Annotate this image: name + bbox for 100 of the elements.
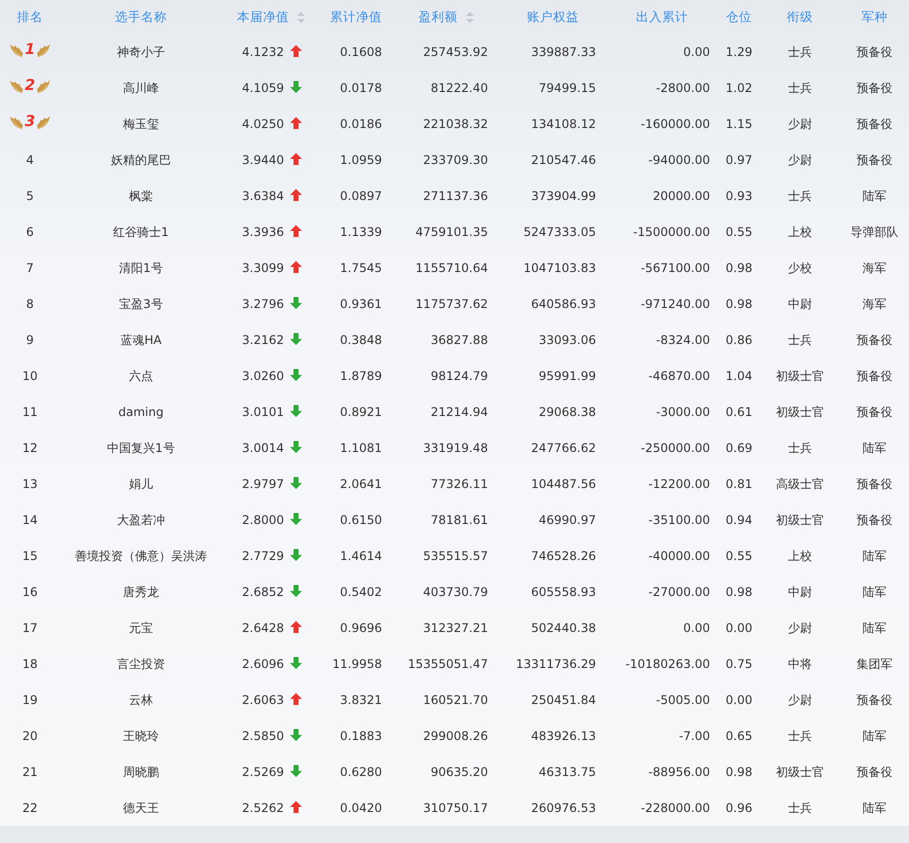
table-cell-text: 4.1232 <box>242 44 284 61</box>
table-cell-text: 36827.88 <box>430 332 488 349</box>
table-cell-text: 46990.97 <box>538 512 596 529</box>
table-cell-text: 陆军 <box>862 548 886 565</box>
table-cell-text: 士兵 <box>788 188 812 205</box>
player-name: 高川峰 <box>123 80 159 97</box>
table-cell-text: 0.55 <box>726 224 752 241</box>
table-cell-text: 0.97 <box>726 152 752 169</box>
table-cell-text: 250451.84 <box>531 692 596 709</box>
player-name: 宝盈3号 <box>119 296 163 313</box>
player-name: 唐秀龙 <box>123 584 159 601</box>
rank-number: 4 <box>26 152 34 169</box>
table-cell-text: 陆军 <box>862 584 886 601</box>
player-name: daming <box>118 404 164 421</box>
table-cell-text: 0.98 <box>726 584 752 601</box>
table-cell-text: 605558.93 <box>531 584 596 601</box>
table-cell-text: 2.5262 <box>242 800 284 817</box>
rank-number: 6 <box>26 224 34 241</box>
table-cell-text: 78181.61 <box>430 512 488 529</box>
table-cell-text: 0.9361 <box>340 296 382 313</box>
table-cell-text: 初级士官 <box>776 512 824 529</box>
rank-number: 12 <box>22 440 38 457</box>
table-cell-text: 预备役 <box>856 476 892 493</box>
rank-number: 2 <box>24 78 36 93</box>
table-cell-text: 1047103.83 <box>523 260 596 277</box>
table-cell-text: -94000.00 <box>648 152 710 169</box>
player-name: 善境投资（佛意）吴洪涛 <box>75 548 207 565</box>
rank-number: 22 <box>22 800 38 817</box>
table-cell-text: 746528.26 <box>531 548 596 565</box>
table-cell-text: 77326.11 <box>430 476 488 493</box>
table-cell-text: 0.0186 <box>340 116 382 133</box>
player-name: 蓝魂HA <box>120 332 162 349</box>
table-cell-text: 少尉 <box>788 692 812 709</box>
table-cell-text: 预备役 <box>856 692 892 709</box>
column-header: 排名 <box>17 8 43 26</box>
table-cell-text: -5005.00 <box>656 692 710 709</box>
table-cell-text: -1500000.00 <box>633 224 710 241</box>
column-header: 衔级 <box>787 8 813 26</box>
player-name: 红谷骑士1 <box>113 224 169 241</box>
rank-number: 10 <box>22 368 38 385</box>
rank-number: 3 <box>24 114 36 129</box>
table-cell-text: -35100.00 <box>648 512 710 529</box>
table-cell-text: 预备役 <box>856 332 892 349</box>
table-cell-text: 预备役 <box>856 764 892 781</box>
rank-number: 19 <box>22 692 38 709</box>
table-cell-text: 4.1059 <box>242 80 284 97</box>
table-cell-text: 1.7545 <box>340 260 382 277</box>
table-cell-text: 陆军 <box>862 440 886 457</box>
table-cell-text: 预备役 <box>856 44 892 61</box>
column-header[interactable]: 本届净值 <box>237 8 289 26</box>
table-cell-text: 预备役 <box>856 152 892 169</box>
table-cell-text: 373904.99 <box>531 188 596 205</box>
table-cell-text: 少尉 <box>788 116 812 133</box>
table-cell-text: 1.0959 <box>340 152 382 169</box>
table-cell-text: -46870.00 <box>648 368 710 385</box>
table-cell-text: 士兵 <box>788 44 812 61</box>
table-cell-text: 1.15 <box>726 116 752 133</box>
table-cell-text: 0.00 <box>683 620 710 637</box>
table-cell-text: -3000.00 <box>656 404 710 421</box>
table-cell-text: 299008.26 <box>423 728 488 745</box>
table-cell-text: 312327.21 <box>423 620 488 637</box>
column-header[interactable]: 盈利额 <box>418 8 458 26</box>
player-name: 妖精的尾巴 <box>111 152 171 169</box>
table-cell-text: 15355051.47 <box>408 656 488 673</box>
table-cell-text: 3.6384 <box>242 188 284 205</box>
table-cell-text: 0.93 <box>726 188 752 205</box>
table-cell-text: 中将 <box>788 656 812 673</box>
table-cell-text: 2.6852 <box>242 584 284 601</box>
table-cell-text: 0.69 <box>726 440 752 457</box>
rank-number: 8 <box>26 296 34 313</box>
table-cell-text: 陆军 <box>862 800 886 817</box>
table-cell-text: 1.02 <box>726 80 752 97</box>
table-cell-text: 3.0014 <box>242 440 284 457</box>
player-name: 大盈若冲 <box>117 512 165 529</box>
table-cell-text: 1.04 <box>726 368 752 385</box>
table-cell-text: 3.2162 <box>242 332 284 349</box>
table-cell-text: -567100.00 <box>640 260 710 277</box>
table-cell-text: 0.98 <box>726 764 752 781</box>
table-cell-text: 0.96 <box>726 800 752 817</box>
table-cell-text: 0.65 <box>726 728 752 745</box>
table-cell-text: 3.8321 <box>340 692 382 709</box>
table-cell-text: 20000.00 <box>652 188 710 205</box>
table-cell-text: -10180263.00 <box>626 656 710 673</box>
table-cell-text: 1.29 <box>726 44 752 61</box>
table-cell-text: 2.0641 <box>340 476 382 493</box>
rank-number: 1 <box>24 42 36 57</box>
table-cell-text: -8324.00 <box>656 332 710 349</box>
table-cell-text: 271137.36 <box>423 188 488 205</box>
table-cell-text: -7.00 <box>678 728 710 745</box>
table-cell-text: 247766.62 <box>531 440 596 457</box>
table-cell-text: 2.9797 <box>242 476 284 493</box>
sort-icon[interactable] <box>297 12 305 23</box>
table-cell-text: 1175737.62 <box>415 296 488 313</box>
sort-icon[interactable] <box>466 12 474 23</box>
table-cell-text: 640586.93 <box>531 296 596 313</box>
table-cell-text: 0.00 <box>726 620 752 637</box>
table-cell-text: 260976.53 <box>531 800 596 817</box>
rank-number: 15 <box>22 548 38 565</box>
player-name: 中国复兴1号 <box>107 440 175 457</box>
table-cell-text: 高级士官 <box>776 476 824 493</box>
